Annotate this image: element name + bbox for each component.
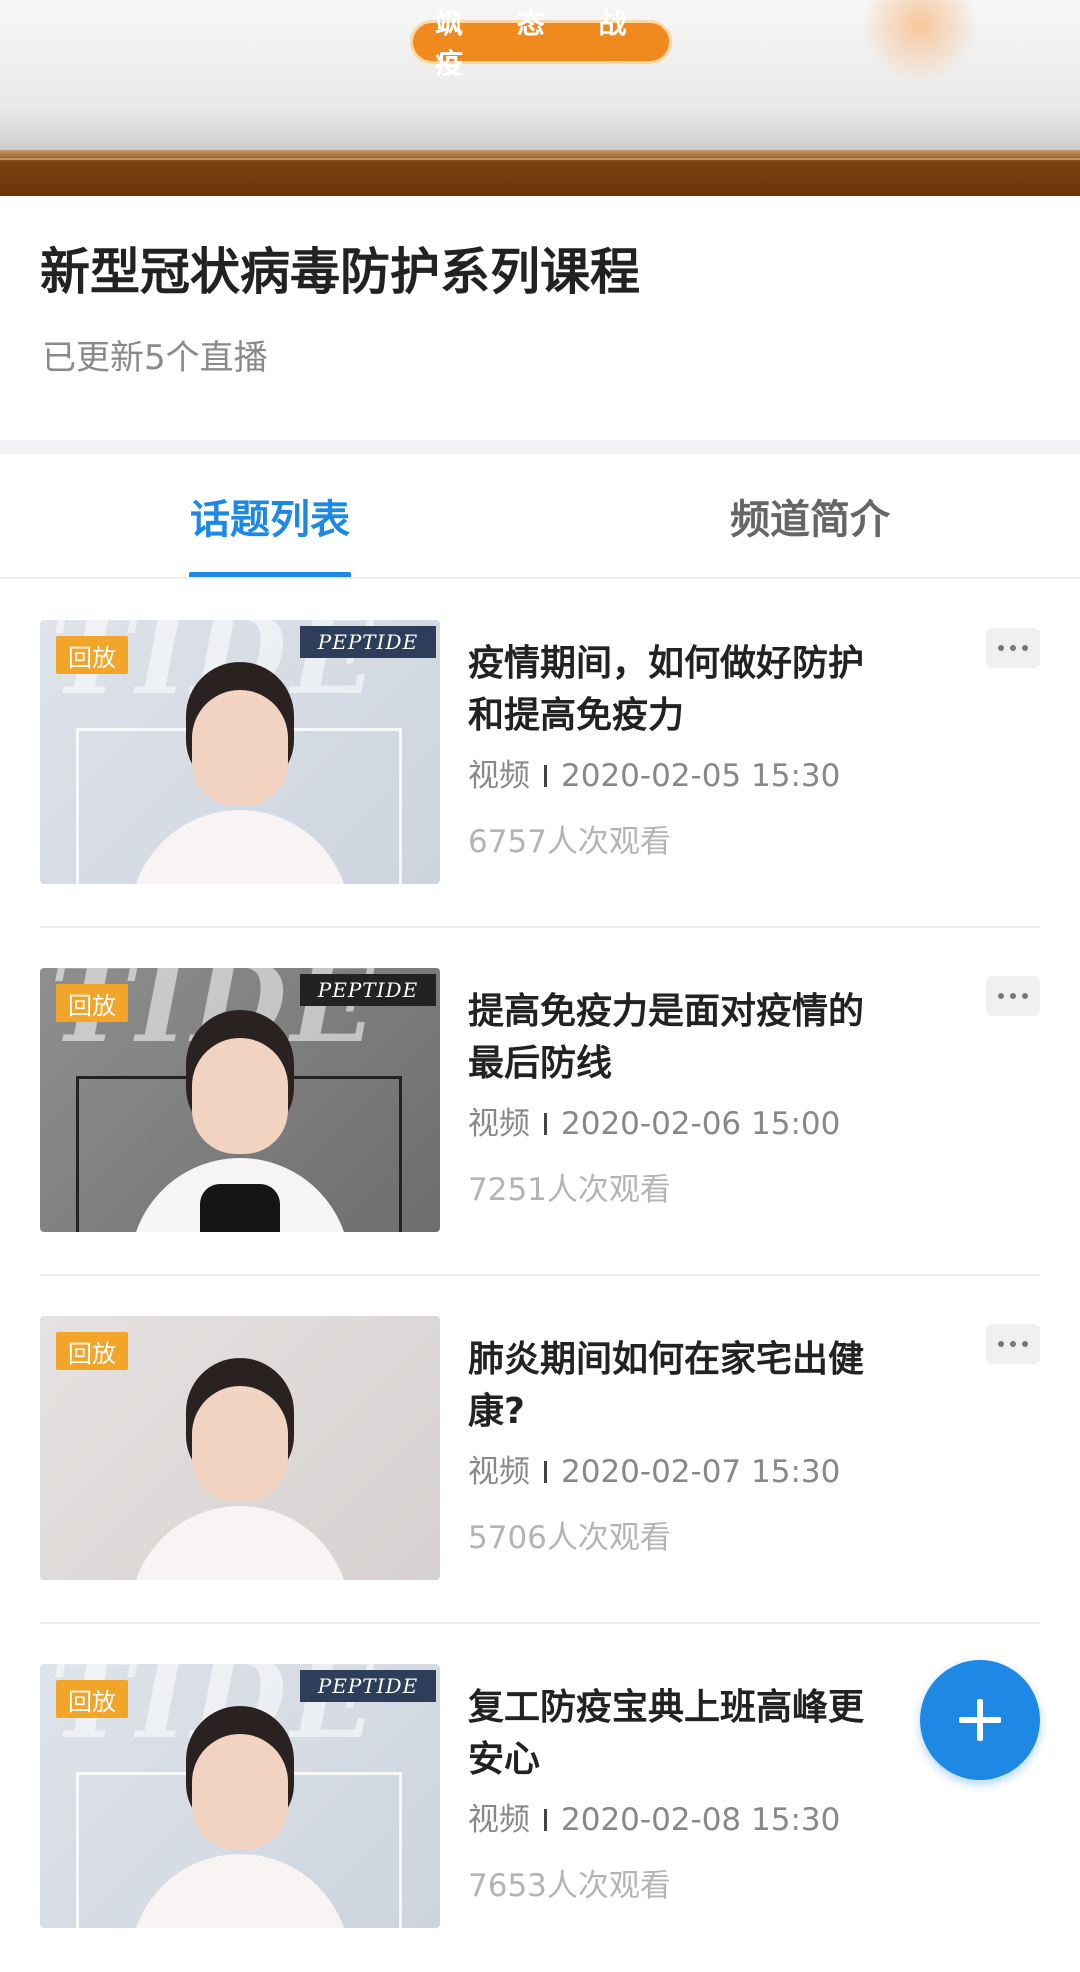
item-type: 视频 — [468, 1454, 530, 1490]
item-title[interactable]: 复工防疫宝典上班高峰更安心 — [468, 1682, 898, 1786]
replay-badge: 回放 — [56, 984, 128, 1022]
tabs-divider — [0, 577, 1080, 579]
item-type: 视频 — [468, 758, 530, 794]
replay-badge: 回放 — [56, 636, 128, 674]
banner-shelf-line — [0, 158, 1080, 160]
add-fab-button[interactable] — [920, 1660, 1040, 1780]
item-meta: 视频 2020-02-07 15:30 — [468, 1446, 840, 1491]
presenter-head — [192, 1038, 288, 1154]
item-views: 5706人次观看 — [468, 1520, 671, 1556]
replay-badge: 回放 — [56, 1680, 128, 1718]
item-views: 7251人次观看 — [468, 1172, 671, 1208]
item-title[interactable]: 肺炎期间如何在家宅出健康? — [468, 1334, 898, 1438]
list-item[interactable]: TIDE PEPTIDE 回放 复工防疫宝典上班高峰更安心 视频 2020-02-… — [0, 1624, 1080, 1972]
more-options-button[interactable] — [986, 628, 1040, 668]
thumbnail-brand-label: PEPTIDE — [300, 626, 436, 658]
more-horizontal-icon — [998, 1341, 1004, 1347]
list-item[interactable]: TIDE PEPTIDE 回放 疫情期间，如何做好防护和提高免疫力 视频 2020… — [0, 580, 1080, 928]
section-divider — [0, 440, 1080, 454]
list-item[interactable]: 回放 肺炎期间如何在家宅出健康? 视频 2020-02-07 15:30 5706… — [0, 1276, 1080, 1624]
item-type: 视频 — [468, 1106, 530, 1142]
tab-bar: 话题列表 频道简介 — [0, 454, 1080, 578]
item-meta: 视频 2020-02-06 15:00 — [468, 1098, 840, 1143]
item-title[interactable]: 提高免疫力是面对疫情的最后防线 — [468, 986, 898, 1090]
presenter-head — [192, 690, 288, 806]
item-datetime: 2020-02-06 15:00 — [561, 1106, 841, 1142]
tab-channel-intro[interactable]: 频道简介 — [540, 454, 1080, 578]
item-meta: 视频 2020-02-08 15:30 — [468, 1794, 840, 1839]
thumbnail-brand-label: PEPTIDE — [300, 974, 436, 1006]
item-datetime: 2020-02-05 15:30 — [561, 758, 841, 794]
item-views: 6757人次观看 — [468, 824, 671, 860]
more-options-button[interactable] — [986, 1324, 1040, 1364]
presenter-body — [130, 1506, 350, 1580]
banner-slogan: 飒 态 战 疫 — [410, 7, 672, 80]
video-thumbnail[interactable]: TIDE PEPTIDE 回放 — [40, 1664, 440, 1928]
item-views: 7653人次观看 — [468, 1868, 671, 1904]
presenter-head — [192, 1386, 288, 1502]
video-thumbnail[interactable]: 回放 — [40, 1316, 440, 1580]
item-datetime: 2020-02-07 15:30 — [561, 1454, 841, 1490]
more-options-button[interactable] — [986, 976, 1040, 1016]
more-horizontal-icon — [998, 993, 1004, 999]
more-horizontal-icon — [998, 645, 1004, 651]
plus-icon — [959, 1699, 1001, 1741]
tab-topic-list[interactable]: 话题列表 — [0, 454, 540, 578]
presenter-head — [192, 1734, 288, 1850]
meta-separator — [544, 765, 547, 787]
meta-separator — [544, 1461, 547, 1483]
header-banner: 飒 态 战 疫 — [0, 0, 1080, 196]
page-title: 新型冠状病毒防护系列课程 — [40, 243, 640, 301]
video-thumbnail[interactable]: TIDE PEPTIDE 回放 — [40, 620, 440, 884]
item-meta: 视频 2020-02-05 15:30 — [468, 750, 840, 795]
item-type: 视频 — [468, 1802, 530, 1838]
meta-separator — [544, 1809, 547, 1831]
thumbnail-brand-label: PEPTIDE — [300, 1670, 436, 1702]
item-title[interactable]: 疫情期间，如何做好防护和提高免疫力 — [468, 638, 898, 742]
list-item[interactable]: TIDE PEPTIDE 回放 提高免疫力是面对疫情的最后防线 视频 2020-0… — [0, 928, 1080, 1276]
replay-badge: 回放 — [56, 1332, 128, 1370]
banner-wood-shelf — [0, 150, 1080, 196]
update-count: 已更新5个直播 — [42, 338, 268, 378]
video-thumbnail[interactable]: TIDE PEPTIDE 回放 — [40, 968, 440, 1232]
banner-light-glow — [860, 0, 980, 80]
meta-separator — [544, 1113, 547, 1135]
item-datetime: 2020-02-08 15:30 — [561, 1802, 841, 1838]
